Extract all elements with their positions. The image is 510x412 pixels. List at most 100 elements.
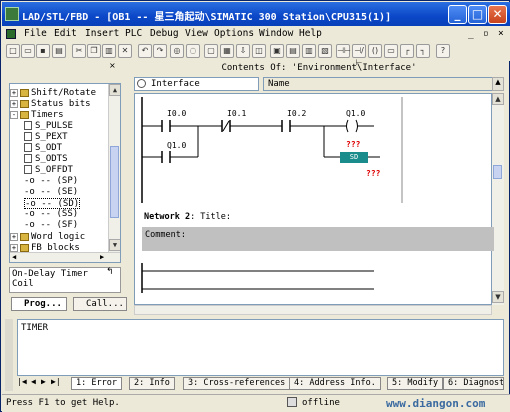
title-bar[interactable]: LAD/STL/FBD - [OB1 -- 星三角起动\SIMATIC 300 … — [2, 2, 510, 26]
delete-icon[interactable]: ✕ — [118, 44, 132, 58]
editor-horizontal-scrollbar[interactable] — [134, 305, 492, 315]
fbd-icon[interactable]: ▧ — [318, 44, 332, 58]
menu-file[interactable]: File — [24, 28, 47, 39]
tab-error[interactable]: 1: Error — [71, 377, 122, 390]
cut-icon[interactable]: ✂ — [72, 44, 86, 58]
tree-item-coil-sp[interactable]: -o -- (SP) — [24, 176, 78, 187]
interface-tree[interactable]: Interface — [134, 77, 259, 91]
branch-close-icon[interactable]: ┐ — [416, 44, 430, 58]
insert-element-icon[interactable]: ↰ — [106, 267, 114, 277]
tab-program-elements[interactable]: Prog... — [11, 297, 67, 311]
interface-scroll-up-icon[interactable]: ▲ — [492, 77, 504, 91]
scroll-thumb[interactable] — [493, 165, 502, 179]
redo-icon[interactable]: ↷ — [153, 44, 167, 58]
expander-icon[interactable]: + — [10, 243, 18, 252]
tree-item-timers[interactable]: - Timers — [10, 110, 64, 121]
tab-diagnostics[interactable]: 6: Diagnost — [443, 377, 504, 390]
menu-edit[interactable]: Edit — [54, 28, 77, 39]
stl-icon[interactable]: ▥ — [302, 44, 316, 58]
tab-nav-prev-icon[interactable]: ◀ — [31, 377, 36, 386]
tree-item-word-logic[interactable]: + Word logic — [10, 232, 85, 243]
download-icon[interactable]: ⇩ — [236, 44, 250, 58]
compare-icon[interactable]: ◌ — [186, 44, 200, 58]
tree-item-label: -o -- (SP) — [24, 176, 79, 186]
tree-item-s-offdt[interactable]: S_OFFDT — [24, 165, 73, 176]
tab-call-structure[interactable]: Call... — [73, 297, 127, 311]
details-icon[interactable]: ▣ — [270, 44, 284, 58]
monitor-icon[interactable]: ◫ — [252, 44, 266, 58]
name-column-header[interactable]: Name — [263, 77, 504, 91]
output-pane-grip[interactable] — [5, 319, 13, 391]
tab-info[interactable]: 2: Info — [129, 377, 175, 390]
open-icon[interactable]: ▭ — [21, 44, 35, 58]
menu-options[interactable]: Options — [214, 28, 254, 39]
help-pointer-icon[interactable]: ? — [436, 44, 450, 58]
expander-icon[interactable]: + — [10, 88, 18, 97]
menu-insert[interactable]: Insert — [85, 28, 119, 39]
coil-icon[interactable]: () — [368, 44, 382, 58]
expander-icon[interactable]: + — [10, 232, 18, 241]
menu-view[interactable]: View — [185, 28, 208, 39]
print-icon[interactable]: ▤ — [52, 44, 66, 58]
tab-nav-first-icon[interactable]: |◀ — [17, 377, 27, 386]
tree-item-coil-se[interactable]: -o -- (SE) — [24, 187, 78, 198]
lad-icon[interactable]: ▤ — [286, 44, 300, 58]
copy-icon[interactable]: ❐ — [87, 44, 101, 58]
menu-plc[interactable]: PLC — [125, 28, 142, 39]
menu-help[interactable]: Help — [299, 28, 322, 39]
online-icon[interactable]: ◎ — [170, 44, 184, 58]
tree-item-coil-ss[interactable]: -o -- (SS) — [24, 209, 78, 220]
new-icon[interactable]: □ — [6, 44, 20, 58]
sd-coil[interactable]: SD — [340, 152, 368, 163]
scroll-right-icon[interactable]: ▶ — [100, 253, 104, 261]
tab-nav-next-icon[interactable]: ▶ — [41, 377, 46, 386]
ladder-diagram[interactable] — [134, 93, 492, 305]
tree-item-status-bits[interactable]: + Status bits — [10, 99, 91, 110]
close-button[interactable]: ✕ — [488, 5, 507, 24]
unknown-operand[interactable]: ??? — [346, 140, 360, 149]
tab-nav-last-icon[interactable]: ▶| — [51, 377, 61, 386]
contact-nc-icon[interactable]: ⊣/⊢ — [352, 44, 366, 67]
block-icon[interactable]: ▦ — [220, 44, 234, 58]
expander-icon[interactable]: - — [10, 110, 18, 119]
scroll-up-icon[interactable]: ▲ — [492, 93, 504, 105]
tree-item-s-odts[interactable]: S_ODTS — [24, 154, 68, 165]
tree-item-shift-rotate[interactable]: + Shift/Rotate — [10, 88, 96, 99]
paste-icon[interactable]: ▥ — [102, 44, 116, 58]
minimize-button[interactable]: _ — [448, 5, 467, 24]
mdi-close-button[interactable]: × — [498, 28, 504, 39]
menu-debug[interactable]: Debug — [150, 28, 179, 39]
tree-horizontal-scrollbar[interactable]: ◀ ▶ — [10, 252, 120, 262]
scroll-down-icon[interactable]: ▼ — [109, 239, 120, 251]
tree-item-coil-sd[interactable]: -o -- (SD) — [24, 198, 81, 209]
expander-icon[interactable]: + — [10, 99, 18, 108]
panel-close-icon[interactable]: × — [109, 61, 116, 70]
editor-vertical-scrollbar[interactable]: ▲ ▼ — [492, 93, 504, 305]
tree-item-s-pext[interactable]: S_PEXT — [24, 132, 68, 143]
mdi-restore-button[interactable]: ▫ — [483, 28, 489, 39]
mdi-minimize-button[interactable]: _ — [468, 28, 474, 39]
tab-address-info[interactable]: 4: Address Info. — [289, 377, 381, 390]
contact-no-icon[interactable]: ⊣⊢ — [336, 44, 351, 58]
network-comment[interactable]: Comment: — [142, 227, 494, 251]
maximize-button[interactable]: □ — [468, 5, 487, 24]
document-icon[interactable] — [6, 29, 16, 39]
scroll-down-icon[interactable]: ▼ — [492, 291, 504, 303]
unknown-time-value[interactable]: ??? — [366, 169, 380, 178]
menu-window[interactable]: Window — [259, 28, 293, 39]
overview-icon[interactable]: ▢ — [204, 44, 218, 58]
tab-modify[interactable]: 5: Modify — [387, 377, 444, 390]
tree-item-s-pulse[interactable]: S_PULSE — [24, 121, 73, 132]
branch-open-icon[interactable]: ┌ — [400, 44, 414, 58]
scroll-thumb[interactable] — [110, 146, 119, 218]
undo-icon[interactable]: ↶ — [138, 44, 152, 58]
scroll-left-icon[interactable]: ◀ — [12, 253, 16, 261]
tree-vertical-scrollbar[interactable]: ▲ ▼ — [108, 84, 120, 252]
contact-address: I0.1 — [227, 109, 247, 118]
tab-cross-references[interactable]: 3: Cross-references — [183, 377, 291, 390]
tree-item-coil-sf[interactable]: -o -- (SF) — [24, 220, 78, 231]
tree-item-s-odt[interactable]: S_ODT — [24, 143, 62, 154]
empty-box-icon[interactable]: ▭ — [384, 44, 398, 58]
scroll-up-icon[interactable]: ▲ — [109, 84, 120, 96]
save-icon[interactable]: ▪ — [36, 44, 50, 58]
